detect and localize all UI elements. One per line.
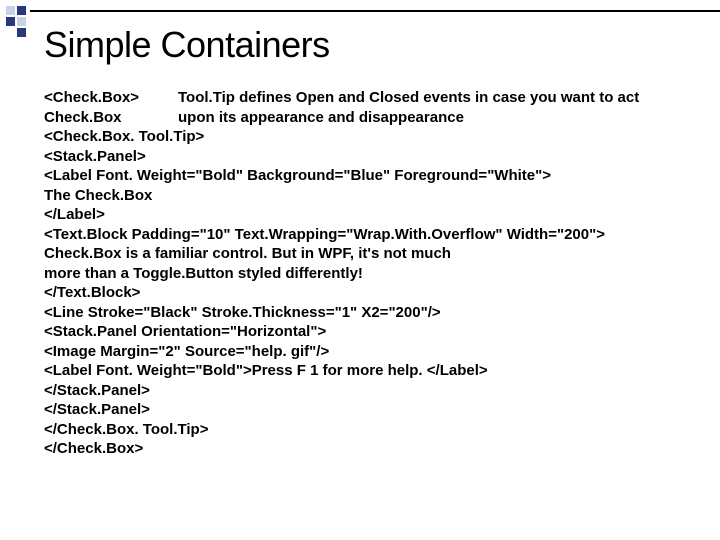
code-line: </Check.Box> — [44, 439, 712, 459]
code-line: <Image Margin="2" Source="help. gif"/> — [44, 342, 712, 362]
code-line: <Stack.Panel Orientation="Horizontal"> — [44, 322, 712, 342]
code-line: Check.Box — [44, 108, 712, 128]
code-line: <Stack.Panel> — [44, 147, 712, 167]
code-line: Check.Box is a familiar control. But in … — [44, 244, 712, 264]
code-line: <Check.Box. Tool.Tip> — [44, 127, 712, 147]
code-line: </Stack.Panel> — [44, 381, 712, 401]
code-line: more than a Toggle.Button styled differe… — [44, 264, 712, 284]
code-line: </Stack.Panel> — [44, 400, 712, 420]
code-line: <Label Font. Weight="Bold">Press F 1 for… — [44, 361, 712, 381]
slide-body: Tool.Tip defines Open and Closed events … — [44, 88, 712, 459]
code-line: <Check.Box> — [44, 88, 712, 108]
code-line: </Text.Block> — [44, 283, 712, 303]
code-line: <Label Font. Weight="Bold" Background="B… — [44, 166, 712, 186]
code-block: <Check.Box> Check.Box <Check.Box. Tool.T… — [44, 88, 712, 459]
slide-content: Simple Containers Tool.Tip defines Open … — [44, 24, 712, 459]
slide-bullet-decoration — [6, 6, 26, 37]
code-line: <Line Stroke="Black" Stroke.Thickness="1… — [44, 303, 712, 323]
code-line: The Check.Box — [44, 186, 712, 206]
code-line: </Check.Box. Tool.Tip> — [44, 420, 712, 440]
code-line: <Text.Block Padding="10" Text.Wrapping="… — [44, 225, 712, 245]
slide-title: Simple Containers — [44, 24, 712, 66]
horizontal-rule — [30, 10, 720, 12]
code-line: </Label> — [44, 205, 712, 225]
